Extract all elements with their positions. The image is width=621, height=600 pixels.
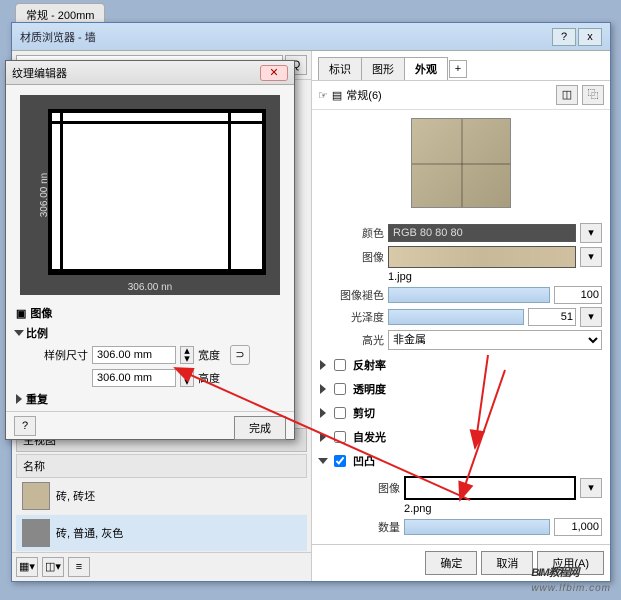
texture-help-button[interactable]: ?	[14, 416, 36, 436]
watermark: BIM教程网 www.lfbim.com	[531, 552, 611, 594]
tab-appearance[interactable]: 外观	[404, 57, 448, 80]
texture-editor-titlebar: 纹理编辑器 ✕	[6, 61, 294, 85]
material-name: 砖, 砖坯	[56, 488, 95, 504]
texture-preview-canvas[interactable]: 306.00 nn 306.00 nn	[20, 95, 280, 295]
material-list-item[interactable]: 砖, 砖坯	[16, 478, 307, 515]
lock-aspect-button[interactable]: ⊃	[230, 345, 250, 365]
bump-checkbox[interactable]	[334, 455, 346, 467]
library-button[interactable]: ◫▾	[42, 557, 64, 577]
highlight-select[interactable]: 非金属	[388, 330, 602, 350]
section-reflectivity[interactable]: 反射率	[320, 353, 602, 377]
thumb-icon: ▣	[16, 307, 26, 320]
color-label: 颜色	[320, 225, 384, 241]
breadcrumb-text: 常规(6)	[346, 87, 381, 103]
texture-width-readout: 306.00 nn	[128, 282, 173, 293]
hand-icon[interactable]: ☞	[318, 89, 328, 102]
gloss-input[interactable]	[528, 308, 576, 326]
cancel-button[interactable]: 取消	[481, 551, 533, 575]
bump-amount-slider[interactable]	[404, 519, 550, 535]
section-bump[interactable]: 凹凸	[320, 449, 602, 473]
material-list-item[interactable]: 砖, 普通, 灰色	[16, 515, 307, 552]
height-input[interactable]	[92, 369, 176, 387]
fade-input[interactable]	[554, 286, 602, 304]
fade-slider[interactable]	[388, 287, 550, 303]
sample-size-label: 样例尺寸	[36, 347, 88, 363]
image-filename: 1.jpg	[388, 271, 412, 283]
properties-area: 颜色 RGB 80 80 80 ▾ 图像 ▾ 1.jpg 图像褪色 光泽度	[312, 216, 610, 544]
cut-checkbox[interactable]	[334, 407, 346, 419]
height-label: 高度	[198, 370, 220, 386]
image-dropdown-button[interactable]: ▾	[580, 247, 602, 267]
list-button[interactable]: ≡	[68, 557, 90, 577]
bump-image-label: 图像	[336, 480, 400, 496]
tab-bar: 标识 图形 外观 +	[312, 51, 610, 81]
left-toolbar: ▦▾ ◫▾ ≡	[12, 552, 311, 581]
bump-image-swatch[interactable]	[404, 476, 576, 500]
bump-amount-label: 数量	[336, 519, 400, 535]
doc-icon[interactable]: ▤	[332, 89, 342, 102]
highlight-label: 高光	[320, 332, 384, 348]
texture-editor-dialog: 纹理编辑器 ✕ 306.00 nn 306.00 nn ▣图像 比例 样例尺寸 …	[5, 60, 295, 440]
color-value[interactable]: RGB 80 80 80	[388, 224, 576, 242]
texture-editor-title: 纹理编辑器	[12, 65, 260, 81]
ok-button[interactable]: 确定	[425, 551, 477, 575]
asset-button[interactable]: ◫	[556, 85, 578, 105]
copy-button[interactable]: ⿻	[582, 85, 604, 105]
titlebar: 材质浏览器 - 墙 ? x	[12, 23, 610, 51]
width-spinner[interactable]: ▴▾	[180, 346, 194, 364]
height-spinner[interactable]: ▴▾	[180, 369, 194, 387]
preview-area	[312, 110, 610, 216]
done-button[interactable]: 完成	[234, 416, 286, 440]
add-tab-button[interactable]: +	[449, 60, 467, 78]
fade-label: 图像褪色	[320, 287, 384, 303]
view-mode-button[interactable]: ▦▾	[16, 557, 38, 577]
bump-amount-input[interactable]	[554, 518, 602, 536]
material-swatch	[22, 519, 50, 547]
image-swatch[interactable]	[388, 246, 576, 268]
bump-image-filename: 2.png	[404, 503, 432, 515]
section-cutout[interactable]: 剪切	[320, 401, 602, 425]
breadcrumb-bar: ☞ ▤ 常规(6) ◫ ⿻	[312, 81, 610, 110]
section-self-illum[interactable]: 自发光	[320, 425, 602, 449]
texture-repeat-section[interactable]: 重复	[16, 389, 284, 409]
gloss-dropdown-button[interactable]: ▾	[580, 307, 602, 327]
trans-checkbox[interactable]	[334, 383, 346, 395]
close-button[interactable]: x	[578, 28, 602, 46]
color-dropdown-button[interactable]: ▾	[580, 223, 602, 243]
texture-scale-section[interactable]: 比例	[16, 323, 284, 343]
texture-height-readout: 306.00 nn	[39, 173, 50, 218]
dialog-title: 材质浏览器 - 墙	[20, 29, 550, 45]
right-panel: 标识 图形 外观 + ☞ ▤ 常规(6) ◫ ⿻ 颜色 RGB 80 80 80	[312, 51, 610, 581]
name-column-header[interactable]: 名称	[16, 454, 307, 478]
material-preview-thumbnail[interactable]	[411, 118, 511, 208]
width-input[interactable]	[92, 346, 176, 364]
bump-image-dropdown[interactable]: ▾	[580, 478, 602, 498]
texture-preview-tile	[48, 109, 266, 275]
gloss-label: 光泽度	[320, 309, 384, 325]
emit-checkbox[interactable]	[334, 431, 346, 443]
image-label: 图像	[320, 249, 384, 265]
help-button[interactable]: ?	[552, 28, 576, 46]
texture-editor-close-button[interactable]: ✕	[260, 65, 288, 81]
width-label: 宽度	[198, 347, 220, 363]
reflect-checkbox[interactable]	[334, 359, 346, 371]
tab-graphics[interactable]: 图形	[361, 57, 405, 80]
texture-image-section[interactable]: ▣图像	[16, 303, 284, 323]
tab-identity[interactable]: 标识	[318, 57, 362, 80]
gloss-slider[interactable]	[388, 309, 524, 325]
material-swatch	[22, 482, 50, 510]
material-name: 砖, 普通, 灰色	[56, 525, 123, 541]
section-transparency[interactable]: 透明度	[320, 377, 602, 401]
